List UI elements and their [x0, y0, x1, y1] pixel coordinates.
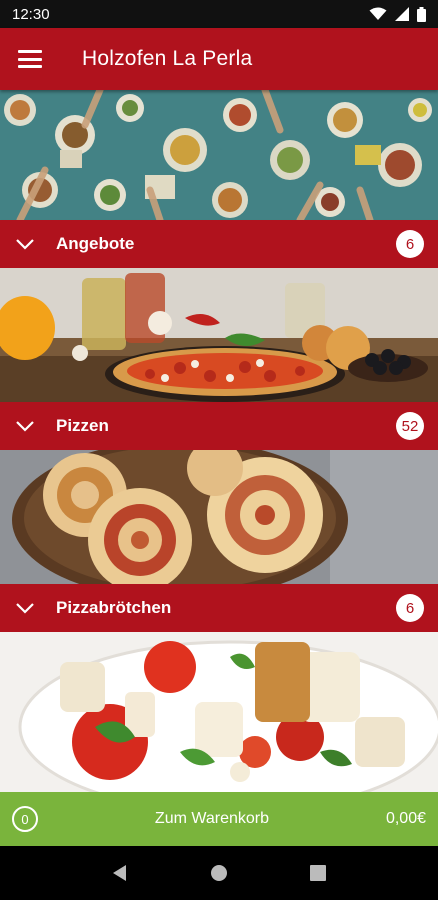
count-badge: 52 — [396, 412, 424, 440]
status-bar: 12:30 — [0, 0, 438, 28]
home-icon — [210, 865, 227, 881]
category-label: Pizzabrötchen — [56, 598, 172, 617]
pizza-photo — [0, 268, 438, 402]
battery-icon — [417, 6, 426, 22]
status-time: 12:30 — [12, 5, 50, 23]
cart-button-label: Zum Warenkorb — [154, 810, 270, 827]
chevron-down-icon — [16, 239, 34, 250]
category-image-salad[interactable] — [0, 632, 438, 792]
recents-icon — [310, 865, 327, 881]
signal-icon — [395, 7, 409, 21]
app-title: Holzofen La Perla — [82, 47, 253, 70]
category-image-pizzen[interactable] — [0, 268, 438, 402]
category-list[interactable]: Angebote 6 Pizzen 52 Pizzabrötchen 6 — [0, 90, 438, 792]
salad-photo — [0, 632, 438, 792]
wifi-icon — [369, 7, 387, 20]
category-label: Pizzen — [56, 416, 109, 435]
category-pizzabroetchen[interactable]: Pizzabrötchen 6 — [0, 584, 438, 632]
pizza-rolls-photo — [0, 450, 438, 584]
status-icons — [369, 6, 426, 22]
category-pizzen[interactable]: Pizzen 52 — [0, 402, 438, 450]
recents-button[interactable] — [307, 862, 329, 884]
menu-icon[interactable] — [18, 50, 42, 68]
category-angebote[interactable]: Angebote 6 — [0, 220, 438, 268]
category-label: Angebote — [56, 234, 135, 253]
system-nav-bar — [0, 846, 438, 900]
count-badge: 6 — [396, 230, 424, 258]
count-badge: 6 — [396, 594, 424, 622]
cart-count-badge: 0 — [12, 806, 38, 832]
back-button[interactable] — [109, 862, 131, 884]
home-button[interactable] — [208, 862, 230, 884]
app-bar: Holzofen La Perla — [0, 28, 438, 90]
buffet-photo — [0, 90, 438, 220]
chevron-down-icon — [16, 603, 34, 614]
category-image-pizzabroetchen[interactable] — [0, 450, 438, 584]
chevron-down-icon — [16, 421, 34, 432]
back-icon — [112, 865, 126, 881]
cart-bar[interactable]: 0 Zum Warenkorb 0,00€ — [0, 792, 438, 846]
category-image-angebote[interactable] — [0, 90, 438, 220]
cart-total: 0,00€ — [385, 810, 426, 827]
